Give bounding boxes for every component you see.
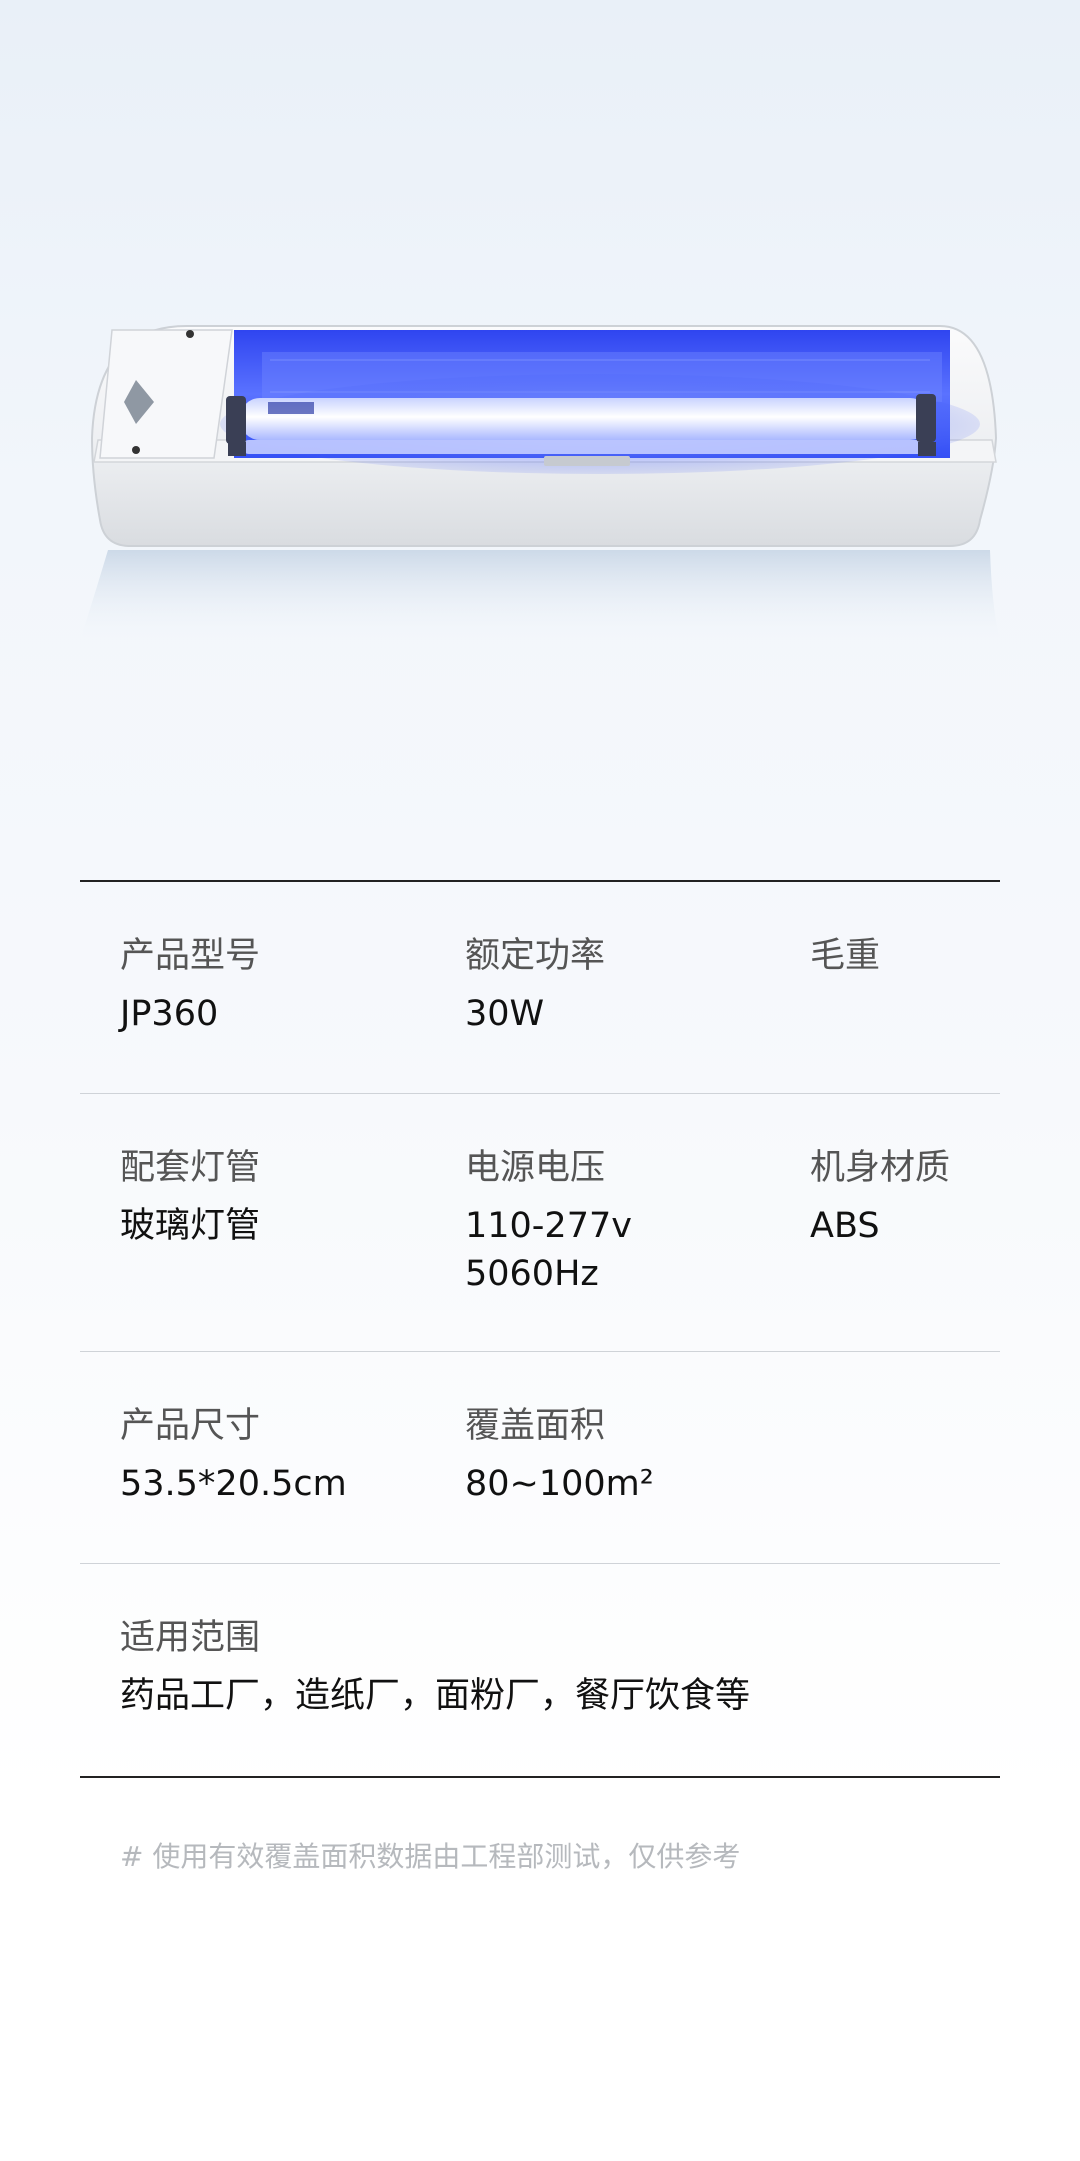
spec-row: 配套灯管 玻璃灯管 电源电压 110-277v 5060Hz 机身材质 ABS — [80, 1094, 1000, 1352]
spec-label: 配套灯管 — [120, 1148, 261, 1188]
spec-value: 30W — [465, 994, 545, 1034]
spec-cell-model: 产品型号 JP360 — [120, 934, 465, 1041]
spec-value: ABS — [810, 1206, 880, 1246]
spec-label: 覆盖面积 — [465, 1406, 606, 1446]
spec-value: 玻璃灯管 — [120, 1206, 261, 1246]
spec-row: 适用范围 药品工厂，造纸厂，面粉厂，餐厅饮食等 — [80, 1564, 1000, 1776]
spec-label: 适用范围 — [120, 1618, 261, 1658]
spec-label: 机身材质 — [810, 1148, 951, 1188]
spec-label: 产品型号 — [120, 936, 261, 976]
spec-value: 药品工厂，造纸厂，面粉厂，餐厅饮食等 — [120, 1676, 751, 1716]
spec-label: 产品尺寸 — [120, 1406, 261, 1446]
spec-row: 产品型号 JP360 额定功率 30W 毛重 — [80, 882, 1000, 1094]
spec-cell-material: 机身材质 ABS — [810, 1146, 1010, 1299]
spec-cell-coverage: 覆盖面积 80~100m² — [465, 1404, 810, 1511]
product-image — [0, 0, 1080, 880]
spec-cell-size: 产品尺寸 53.5*20.5cm — [120, 1404, 465, 1511]
spec-row: 产品尺寸 53.5*20.5cm 覆盖面积 80~100m² — [80, 1352, 1000, 1564]
uv-lamp-illustration — [80, 324, 1000, 640]
spec-cell-tube: 配套灯管 玻璃灯管 — [120, 1146, 465, 1299]
spec-label: 额定功率 — [465, 936, 606, 976]
spec-value: JP360 — [120, 994, 219, 1034]
spec-cell-voltage: 电源电压 110-277v 5060Hz — [465, 1146, 810, 1299]
spec-value: 110-277v 5060Hz — [465, 1206, 632, 1294]
spec-label: 电源电压 — [465, 1148, 606, 1188]
spec-value: 80~100m² — [465, 1464, 654, 1504]
spec-cell-weight: 毛重 — [810, 934, 1010, 1041]
spec-value: 53.5*20.5cm — [120, 1464, 347, 1504]
footnote: # 使用有效覆盖面积数据由工程部测试，仅供参考 — [120, 1840, 741, 1873]
spec-table: 产品型号 JP360 额定功率 30W 毛重 配套灯管 玻璃灯管 电源电压 11… — [80, 880, 1000, 1778]
reflection — [80, 550, 1000, 640]
spec-cell-power: 额定功率 30W — [465, 934, 810, 1041]
spec-cell-scope: 适用范围 药品工厂，造纸厂，面粉厂，餐厅饮食等 — [120, 1616, 980, 1724]
spec-label: 毛重 — [810, 936, 881, 976]
